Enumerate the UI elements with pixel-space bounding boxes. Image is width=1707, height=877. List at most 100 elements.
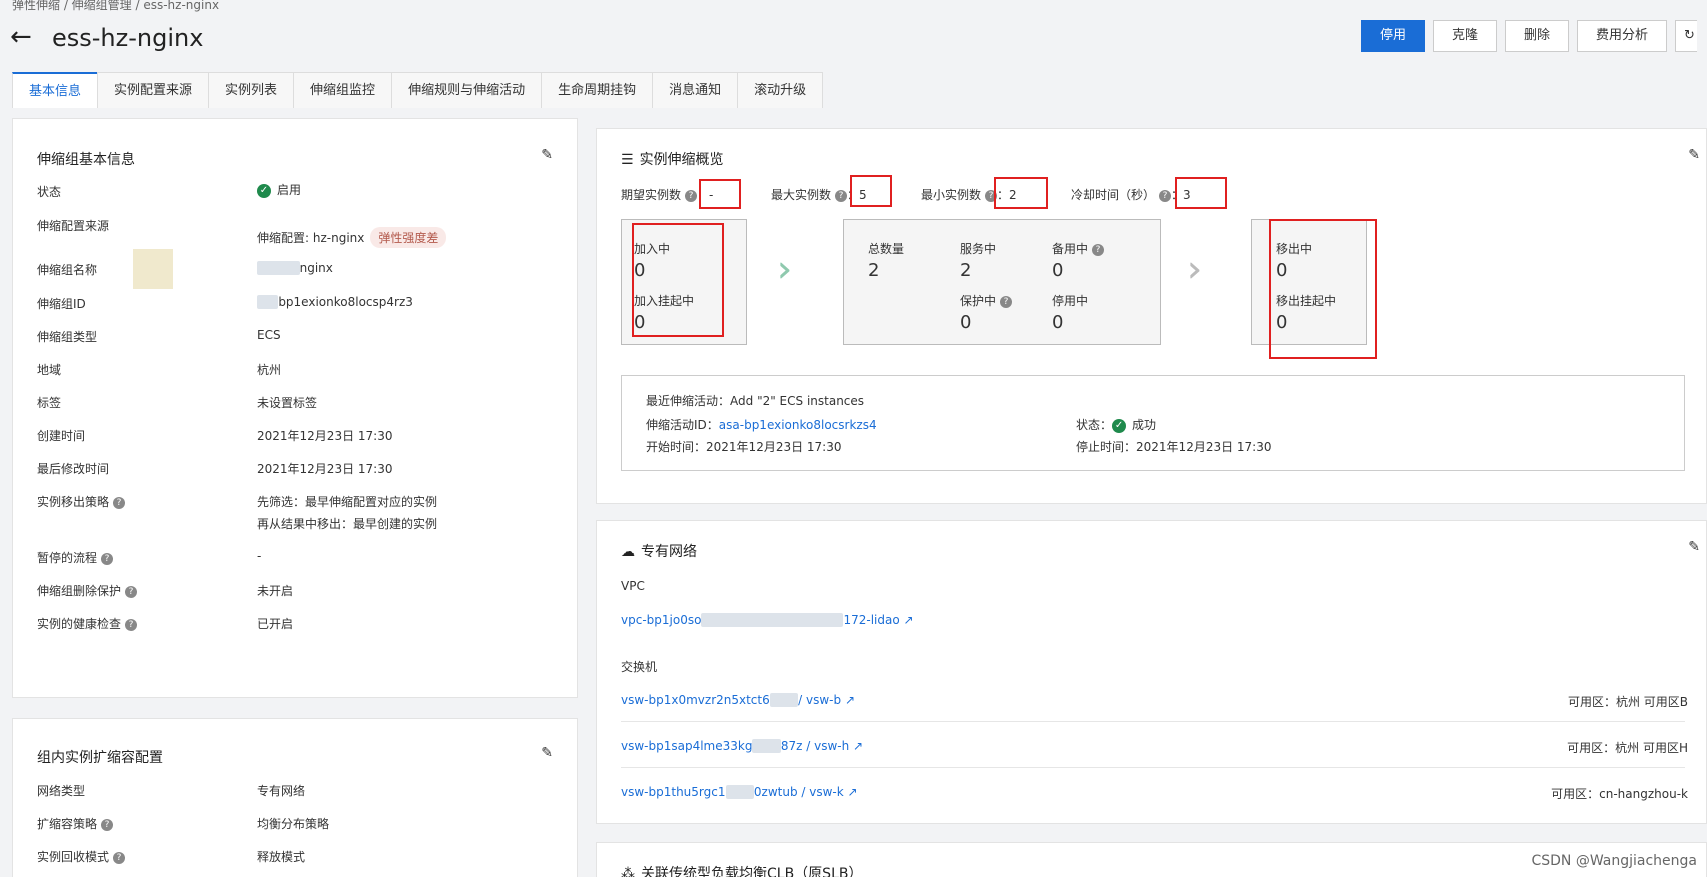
cost-analysis-button[interactable]: 费用分析	[1576, 20, 1667, 52]
scaling-policy-label: 扩缩容策略?	[37, 815, 114, 832]
check-icon: ✓	[257, 183, 271, 198]
tab-bar: 基本信息 实例配置来源 实例列表 伸缩组监控 伸缩规则与伸缩活动 生命周期挂钩 …	[12, 72, 824, 108]
tab-instance-config-source[interactable]: 实例配置来源	[97, 72, 210, 108]
start-time: 开始时间：2021年12月23日 17:30	[646, 440, 842, 454]
row-label: 伸缩组类型	[37, 330, 98, 344]
switch-zone: 可用区：杭州 可用区H	[1567, 741, 1688, 755]
redacted: xxxx	[752, 739, 781, 753]
delete-protection-value: 未开启	[257, 584, 294, 598]
suspended-process-value: -	[257, 549, 262, 563]
external-link-icon[interactable]: ↗	[849, 739, 863, 753]
vpc-card: ☁专有网络 ✎ VPC vpc-bp1jo0soxxxxxxxxxxxxxxxx…	[596, 520, 1707, 824]
chevron-right-icon: ›››	[1187, 249, 1205, 290]
vpc-id-link[interactable]: vpc-bp1jo0soxxxxxxxxxxxxxxxxxxxx172-lida…	[621, 613, 914, 627]
cloud-icon: ☁	[621, 544, 635, 560]
edit-icon[interactable]: ✎	[1688, 539, 1700, 555]
help-icon[interactable]: ?	[1159, 189, 1172, 202]
switch-zone: 可用区：cn-hangzhou-k	[1551, 787, 1688, 801]
page-title: ess-hz-nginx	[52, 24, 204, 52]
switch-link[interactable]: vsw-bp1thu5rgc1xxxx0zwtub / vsw-k ↗	[621, 785, 858, 799]
divider	[621, 767, 1685, 768]
basic-info-title: 伸缩组基本信息	[37, 152, 135, 168]
region-value: 杭州	[257, 363, 282, 377]
help-icon[interactable]: ?	[113, 496, 126, 509]
help-icon[interactable]: ?	[101, 818, 114, 831]
network-type-value: 专有网络	[257, 784, 306, 798]
inservice-label: 服务中	[960, 242, 997, 256]
activity-id-link[interactable]: asa-bp1exionko8locsrkzs4	[719, 418, 877, 432]
total-value: 2	[868, 260, 880, 281]
delete-button[interactable]: 删除	[1504, 20, 1569, 52]
redacted: xxx	[257, 295, 279, 309]
switch-link[interactable]: vsw-bp1x0mvzr2n5xtct6xxxx/ vsw-b ↗	[621, 693, 855, 707]
removal-policy-value: 先筛选：最早伸缩配置对应的实例	[257, 495, 438, 509]
annotation-box	[994, 177, 1048, 209]
overview-card: ☰ 实例伸缩概览 ✎ 期望实例数? ：- 最大实例数? ：5 最小实例数? ：2 冷却时…	[596, 128, 1707, 504]
external-link-icon[interactable]: ↗	[841, 693, 855, 707]
blurred-avatar	[133, 249, 173, 289]
top-bar: 弹性伸缩 / 伸缩组管理 / ess-hz-nginx ← ess-hz-ngi…	[0, 0, 1707, 70]
tab-basic-info[interactable]: 基本信息	[12, 72, 99, 108]
tab-instance-list[interactable]: 实例列表	[208, 72, 295, 108]
instances-box: 总数量 2 服务中 2 备用中? 0 保护中? 0 停用中 0	[843, 219, 1161, 345]
standby-value: 0	[1052, 260, 1064, 281]
annotation-box	[632, 223, 724, 337]
switch-link[interactable]: vsw-bp1sap4lme33kgxxxx87z / vsw-h ↗	[621, 739, 863, 753]
protected-value: 0	[960, 312, 972, 333]
disable-button[interactable]: 停用	[1360, 20, 1425, 52]
clb-title: ⁂ 关联传统型负载均衡CLB（原SLB）	[621, 863, 862, 877]
protected-label: 保护中?	[960, 292, 1013, 309]
refresh-icon[interactable]: ↻	[1675, 20, 1697, 52]
health-check-label: 实例的健康检查?	[37, 615, 138, 632]
vpc-title: ☁ 专有网络	[621, 544, 697, 560]
external-link-icon[interactable]: ↗	[844, 785, 858, 799]
annotation-box	[699, 179, 741, 209]
edit-icon[interactable]: ✎	[1688, 147, 1700, 163]
breadcrumb[interactable]: 弹性伸缩 / 伸缩组管理 / ess-hz-nginx	[12, 0, 219, 13]
scaling-config-card: 组内实例扩缩容配置 ✎ 网络类型 专有网络 扩缩容策略? 均衡分布策略 实例回收…	[12, 718, 578, 877]
stopped-label: 停用中	[1052, 294, 1089, 308]
total-label: 总数量	[868, 242, 905, 256]
clone-button[interactable]: 克隆	[1432, 20, 1497, 52]
row-label: 最后修改时间	[37, 462, 110, 476]
chevron-right-icon: ›››	[777, 249, 795, 290]
group-name-value: xxxxxxnginx	[257, 261, 333, 275]
switch-zone: 可用区：杭州 可用区B	[1567, 695, 1688, 709]
edit-icon[interactable]: ✎	[541, 147, 553, 163]
group-id-value: xxxbp1exionko8locsp4rz3	[257, 295, 413, 309]
tab-rolling-upgrade[interactable]: 滚动升级	[737, 72, 824, 108]
help-icon[interactable]: ?	[1092, 243, 1105, 256]
created-time-value: 2021年12月23日 17:30	[257, 429, 393, 443]
row-label: 地域	[37, 363, 62, 377]
standby-label: 备用中?	[1052, 240, 1105, 257]
group-type-value: ECS	[257, 328, 281, 342]
recent-activity: 最近伸缩活动：Add "2" ECS instances	[646, 394, 865, 408]
tab-lifecycle-hooks[interactable]: 生命周期挂钩	[541, 72, 654, 108]
help-icon[interactable]: ?	[125, 618, 138, 631]
tab-monitoring[interactable]: 伸缩组监控	[293, 72, 393, 108]
help-icon[interactable]: ?	[1000, 295, 1013, 308]
vpc-label: VPC	[621, 579, 645, 593]
external-link-icon[interactable]: ↗	[900, 613, 913, 627]
edit-icon[interactable]: ✎	[541, 745, 553, 761]
annotation-box	[850, 175, 892, 207]
suspended-process-label: 暂停的流程?	[37, 549, 114, 566]
check-icon: ✓	[1112, 418, 1127, 433]
back-arrow-icon[interactable]: ←	[10, 22, 32, 52]
tab-rules-activities[interactable]: 伸缩规则与伸缩活动	[391, 72, 543, 108]
row-label: 网络类型	[37, 784, 86, 798]
help-icon[interactable]: ?	[101, 552, 114, 565]
config-source-value[interactable]: 伸缩配置: hz-nginx 弹性强度差	[257, 227, 447, 248]
row-label: 伸缩组ID	[37, 297, 86, 311]
tab-notifications[interactable]: 消息通知	[652, 72, 739, 108]
delete-protection-label: 伸缩组删除保护?	[37, 582, 138, 599]
stop-time: 停止时间：2021年12月23日 17:30	[1076, 440, 1272, 454]
help-icon[interactable]: ?	[125, 585, 138, 598]
activity-id: 伸缩活动ID：asa-bp1exionko8locsrkzs4	[646, 418, 877, 432]
network-icon: ⁂	[621, 866, 635, 877]
help-icon[interactable]: ?	[113, 851, 126, 864]
help-icon[interactable]: ?	[835, 189, 848, 202]
toolbar: 停用 克隆 删除 费用分析 ↻	[1360, 20, 1697, 52]
recycle-mode-value: 释放模式	[257, 850, 306, 864]
help-icon[interactable]: ?	[685, 189, 698, 202]
